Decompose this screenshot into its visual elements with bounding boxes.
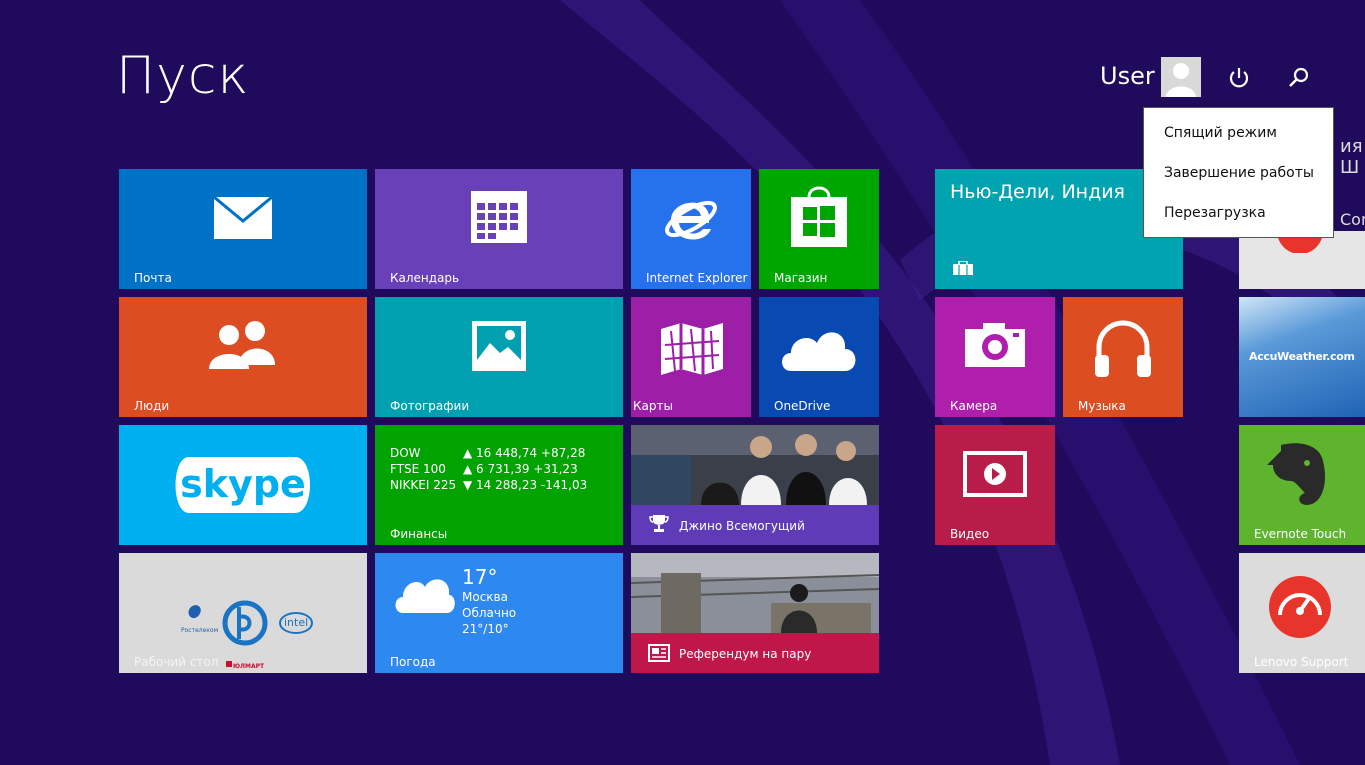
people-icon — [209, 321, 275, 369]
tile-label: Магазин — [774, 271, 828, 285]
finance-index-name: DOW — [390, 446, 421, 460]
newspaper-icon — [648, 644, 670, 662]
trophy-icon — [649, 515, 669, 532]
tile-label: Карты — [633, 399, 673, 413]
weather-condition: Облачно — [462, 606, 517, 620]
tile-video[interactable]: Видео — [935, 425, 1055, 545]
tile-label: Рабочий стол — [134, 655, 219, 669]
weather-city: Москва — [462, 590, 508, 604]
menu-item-sleep[interactable]: Спящий режим — [1164, 125, 1277, 141]
intel-logo-text: intel — [284, 616, 309, 629]
elephant-icon — [1267, 443, 1326, 505]
cloud-weather-icon — [395, 579, 455, 613]
map-icon — [661, 323, 723, 375]
tile-store[interactable]: Магазин — [759, 169, 879, 289]
weather-range: 21°/10° — [462, 622, 509, 636]
finance-index-value: ▲ 6 731,39 +31,23 — [463, 462, 578, 476]
tile-label: Фотографии — [390, 399, 470, 413]
weather-city-name: Нью-Дели, Индия — [950, 181, 1125, 203]
tile-internet-explorer[interactable]: Internet Explorer — [631, 169, 751, 289]
search-button[interactable] — [1285, 64, 1313, 92]
partial-group-title: ия Ш — [1340, 136, 1363, 178]
tile-camera[interactable]: Камера — [935, 297, 1055, 417]
user-avatar-icon — [1166, 63, 1196, 97]
gauge-icon — [1269, 576, 1331, 638]
tile-photos[interactable]: Фотографии — [375, 297, 623, 417]
tile-label: Internet Explorer — [646, 271, 748, 285]
start-title: Пуск — [116, 46, 250, 106]
tile-desktop[interactable]: Ростелеком intel ЮЛМАРТ Рабочий стол — [119, 553, 367, 673]
finance-index-name: FTSE 100 — [390, 462, 446, 476]
tile-calendar[interactable]: Календарь — [375, 169, 623, 289]
tile-sports-news[interactable]: Джино Всемогущий — [631, 425, 879, 545]
internet-explorer-icon — [665, 200, 717, 240]
tile-news[interactable]: Референдум на пару — [631, 553, 879, 673]
finance-index-value: ▲ 16 448,74 +87,28 — [463, 446, 586, 460]
envelope-icon — [214, 197, 272, 239]
weather-temperature: 17° — [462, 565, 498, 589]
skype-logo: skype — [175, 457, 310, 513]
search-icon — [1289, 67, 1309, 87]
tile-lenovo[interactable]: Lenovo Support — [1239, 553, 1365, 673]
tile-label: Финансы — [390, 527, 448, 541]
tile-label: Почта — [134, 271, 172, 285]
headphones-icon — [1095, 320, 1151, 377]
camera-icon — [965, 323, 1025, 367]
user-name[interactable]: User — [1100, 62, 1155, 90]
tile-label: Музыка — [1078, 399, 1126, 413]
briefcase-icon — [953, 261, 973, 275]
ulmart-logo-text: ЮЛМАРТ — [233, 663, 265, 670]
tile-finance[interactable]: DOW ▲ 16 448,74 +87,28 FTSE 100 ▲ 6 731,… — [375, 425, 623, 545]
power-icon — [1229, 68, 1249, 88]
rostelecom-logo-text: Ростелеком — [181, 627, 219, 634]
finance-index-value: ▼ 14 288,23 -141,03 — [463, 478, 588, 492]
tile-maps[interactable]: Карты — [631, 297, 751, 417]
news-photo — [631, 553, 879, 633]
svg-text:skype: skype — [180, 462, 306, 506]
tile-label: Lenovo Support — [1254, 655, 1349, 669]
avatar[interactable] — [1161, 57, 1201, 97]
partial-tile-text: Cor — [1340, 210, 1365, 229]
accuweather-logo: AccuWeather.com — [1249, 350, 1355, 363]
tile-label: Референдум на пару — [679, 647, 812, 661]
tile-accuweather[interactable]: AccuWeather.com — [1239, 297, 1365, 417]
tile-weather[interactable]: 17° Москва Облачно 21°/10° Погода — [375, 553, 623, 673]
tile-label: Погода — [390, 655, 436, 669]
store-bag-icon — [791, 186, 847, 247]
menu-item-restart[interactable]: Перезагрузка — [1164, 205, 1266, 221]
tile-label: Видео — [950, 527, 990, 541]
tile-music[interactable]: Музыка — [1063, 297, 1183, 417]
calendar-icon — [471, 191, 527, 243]
tile-evernote[interactable]: Evernote Touch — [1239, 425, 1365, 545]
tile-people[interactable]: Люди — [119, 297, 367, 417]
cloud-icon — [782, 332, 856, 371]
tile-partial-top[interactable] — [1239, 231, 1365, 289]
power-menu: Спящий режим Завершение работы Перезагру… — [1143, 107, 1334, 238]
tile-mail[interactable]: Почта — [119, 169, 367, 289]
tile-label: Джино Всемогущий — [679, 519, 805, 533]
menu-item-shutdown[interactable]: Завершение работы — [1164, 165, 1314, 181]
finance-index-name: NIKKEI 225 — [390, 478, 457, 492]
tile-label: Камера — [950, 399, 998, 413]
power-button[interactable] — [1225, 64, 1253, 92]
tile-label: Evernote Touch — [1254, 527, 1347, 541]
hockey-photo — [631, 425, 879, 505]
photo-icon — [472, 321, 526, 371]
video-icon — [963, 451, 1027, 497]
tile-onedrive[interactable]: OneDrive — [759, 297, 879, 417]
tile-label: Календарь — [390, 271, 460, 285]
tile-skype[interactable]: skype — [119, 425, 367, 545]
tile-label: OneDrive — [774, 399, 831, 413]
tile-label: Люди — [134, 399, 170, 413]
